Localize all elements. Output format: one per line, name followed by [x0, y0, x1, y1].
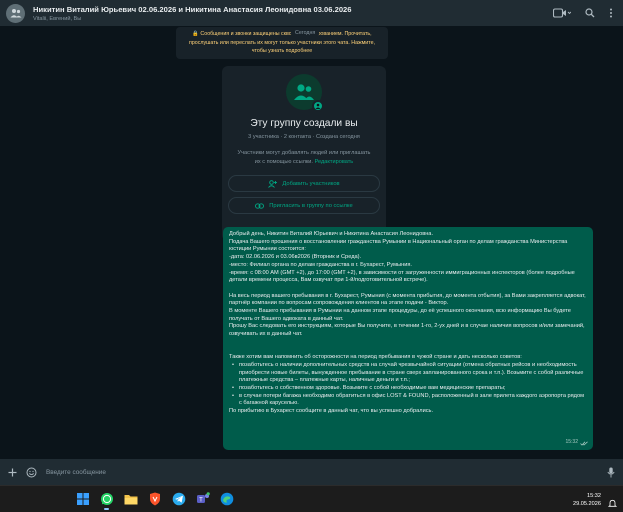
message-input[interactable] — [46, 463, 598, 481]
svg-text:T: T — [199, 497, 203, 503]
chat-participants: Vitalii, Евгений, Вы — [33, 15, 82, 22]
message-closing: По прибытию в Бухарест сообщите в данный… — [229, 408, 434, 415]
video-call-icon[interactable] — [553, 8, 571, 18]
bullet-dot: • — [232, 385, 234, 392]
brave-browser-icon[interactable] — [146, 490, 163, 507]
message-line: -место: Филиал органа по делам гражданст… — [229, 261, 412, 268]
message-line: В моменте Вашего пребывания в Румынии на… — [229, 308, 571, 322]
notification-bell-icon[interactable] — [607, 495, 618, 507]
day-separator: Сегодня — [291, 29, 320, 37]
invite-link-button[interactable]: Пригласить в группу по ссылке — [228, 197, 380, 214]
microphone-icon[interactable] — [607, 467, 615, 478]
taskbar-apps: T — [74, 490, 235, 510]
taskbar-clock[interactable]: 15:32 29.05.2026 — [573, 492, 601, 508]
outgoing-message[interactable]: Добрый день, Никитин Виталий Юрьевич и Н… — [223, 227, 593, 450]
windows-taskbar: T 15:32 29.05.2026 — [0, 485, 623, 512]
taskbar-date: 29.05.2026 — [573, 501, 601, 507]
message-list[interactable]: 🔒 Сообщения и звонки защищены сквозным ш… — [0, 26, 623, 459]
chat-header-info[interactable]: Никитин Виталий Юрьевич 02.06.2026 и Ник… — [33, 5, 553, 22]
edit-link[interactable]: Редактировать — [315, 159, 354, 165]
message-bullet: • в случае потери багажа необходимо обрат… — [229, 393, 587, 408]
bullet-text: позаботьтесь о собственном здоровье. Воз… — [239, 385, 506, 392]
taskbar-time: 15:32 — [587, 493, 601, 499]
teams-icon[interactable]: T — [194, 490, 211, 507]
chat-title: Никитин Виталий Юрьевич 02.06.2026 и Ник… — [33, 4, 352, 14]
emoji-icon[interactable] — [26, 467, 37, 478]
message-bullet: • позаботьтесь о наличии дополнительных с… — [229, 362, 587, 385]
message-line: -дата: 02.06.2026 и 03.06в2026 (Вторник … — [229, 254, 362, 261]
bullet-text: позаботьтесь о наличии дополнительных ср… — [239, 361, 584, 384]
encryption-notice[interactable]: 🔒 Сообщения и звонки защищены сквозным ш… — [176, 27, 388, 59]
invite-link-label: Пригласить в группу по ссылке — [269, 202, 353, 209]
chat-header[interactable]: Никитин Виталий Юрьевич 02.06.2026 и Ник… — [0, 0, 623, 26]
message-line: Подача Вашего прошения о восстановлении … — [229, 238, 568, 253]
telegram-icon[interactable] — [170, 490, 187, 507]
bullet-text: в случае потери багажа необходимо обрати… — [239, 392, 584, 407]
group-card-meta: 3 участника · 2 контакта · Создана сегод… — [248, 134, 360, 140]
group-card-title: Эту группу создали вы — [250, 118, 358, 129]
whatsapp-icon[interactable] — [98, 490, 115, 510]
delivered-check-icon — [580, 441, 588, 446]
attach-plus-icon[interactable] — [8, 468, 17, 477]
search-icon[interactable] — [585, 8, 595, 18]
compose-bar — [0, 459, 623, 485]
group-created-card: Эту группу создали вы 3 участника · 2 ко… — [222, 66, 386, 241]
group-avatar-icon[interactable] — [6, 3, 25, 23]
group-icon — [286, 74, 324, 112]
file-explorer-icon[interactable] — [122, 490, 139, 507]
add-members-button[interactable]: Добавить участников — [228, 175, 380, 192]
windows-start-icon[interactable] — [74, 490, 91, 507]
whatsapp-window: Никитин Виталий Юрьевич 02.06.2026 и Ник… — [0, 0, 623, 512]
group-card-description: Участники могут добавлять людей или приг… — [234, 149, 374, 166]
message-bullet: • позаботьтесь о собственном здоровье. Во… — [229, 385, 587, 393]
add-members-label: Добавить участников — [282, 180, 340, 187]
bullet-dot: • — [232, 361, 234, 368]
bullet-dot: • — [232, 392, 234, 399]
group-badge-icon — [312, 100, 324, 112]
menu-icon[interactable] — [609, 8, 613, 18]
message-line: Добрый день, Никитин Виталий Юрьевич и Н… — [229, 231, 434, 237]
message-line: -время: с 08:00 AM (GMT +2), до 17:00 (G… — [229, 269, 575, 284]
link-icon — [255, 202, 265, 209]
message-line: Прошу Вас следовать его инструкциям, кот… — [229, 323, 585, 338]
message-line: На весь период вашего пребывания в г. Бу… — [229, 292, 586, 307]
add-person-icon — [268, 179, 278, 188]
message-meta: 15:32 — [565, 439, 588, 447]
message-time: 15:32 — [565, 439, 578, 446]
header-actions — [553, 8, 617, 18]
edge-browser-icon[interactable] — [218, 490, 235, 507]
message-line: Также хотим вам напомнить об осторожност… — [229, 354, 522, 361]
